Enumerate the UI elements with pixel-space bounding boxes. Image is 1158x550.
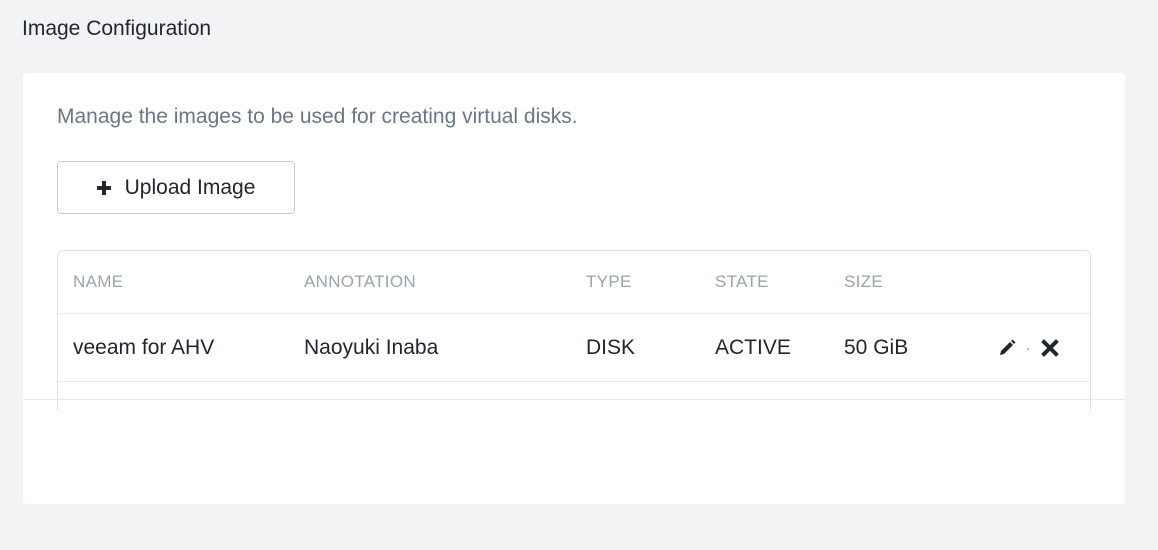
cell-type: DISK bbox=[586, 335, 636, 359]
cell-annotation: Naoyuki Inaba bbox=[304, 335, 439, 359]
cell-state: ACTIVE bbox=[715, 335, 791, 359]
pencil-icon[interactable] bbox=[998, 339, 1016, 357]
column-header-state[interactable]: STATE bbox=[715, 251, 769, 313]
column-header-size[interactable]: SIZE bbox=[844, 251, 883, 313]
close-icon[interactable] bbox=[1040, 338, 1059, 357]
upload-image-button[interactable]: Upload Image bbox=[57, 161, 295, 214]
column-header-name[interactable]: NAME bbox=[73, 251, 123, 313]
column-header-type[interactable]: TYPE bbox=[586, 251, 632, 313]
card-divider bbox=[23, 399, 1125, 400]
page-title: Image Configuration bbox=[22, 17, 212, 40]
card-description: Manage the images to be used for creatin… bbox=[57, 105, 578, 128]
image-configuration-card: Manage the images to be used for creatin… bbox=[23, 73, 1125, 504]
cell-name: veeam for AHV bbox=[73, 335, 215, 359]
row-actions: · bbox=[998, 314, 1059, 381]
table-row[interactable]: veeam for AHV Naoyuki Inaba DISK ACTIVE … bbox=[58, 314, 1090, 382]
action-separator: · bbox=[1026, 339, 1031, 356]
cell-size: 50 GiB bbox=[844, 335, 909, 359]
table-header-row: NAME ANNOTATION TYPE STATE SIZE bbox=[58, 251, 1090, 314]
upload-image-label: Upload Image bbox=[124, 175, 256, 199]
column-header-annotation[interactable]: ANNOTATION bbox=[304, 251, 416, 313]
images-table: NAME ANNOTATION TYPE STATE SIZE veeam fo… bbox=[57, 250, 1091, 410]
plus-icon bbox=[96, 180, 111, 195]
